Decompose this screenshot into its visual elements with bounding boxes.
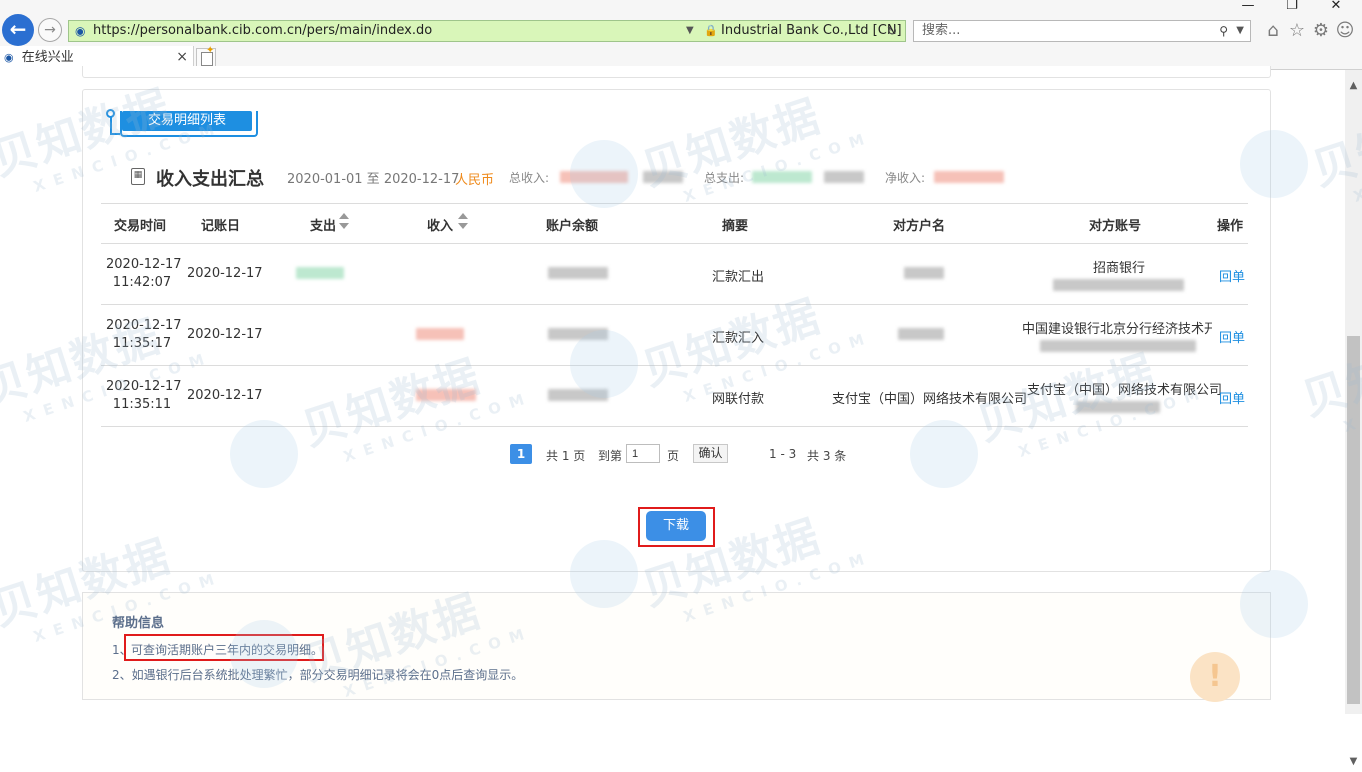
row-account: 中国建设银行北京分行经济技术开...: [1022, 322, 1212, 337]
col-header-action: 操作: [1217, 219, 1244, 234]
total-income-label: 总收入:: [509, 171, 550, 185]
receipt-link[interactable]: 回单: [1219, 327, 1245, 346]
row-time: 11:42:07: [112, 275, 172, 290]
certificate-label[interactable]: Industrial Bank Co.,Ltd [CN]: [721, 21, 902, 41]
total-expense-redacted: [752, 171, 812, 183]
sort-expense-icon[interactable]: [339, 213, 349, 233]
row-post-date: 2020-12-17: [187, 327, 263, 342]
forward-button[interactable]: →: [38, 18, 62, 42]
row-summary: 汇款汇入: [712, 331, 765, 346]
page-1-button[interactable]: 1: [510, 444, 532, 464]
sort-income-icon[interactable]: [458, 213, 468, 233]
row-account: 支付宝（中国）网络技术有限公司: [1027, 383, 1223, 398]
scroll-thumb[interactable]: [1347, 336, 1360, 704]
restore-icon[interactable]: ❐: [1280, 0, 1304, 14]
help-item-2: 2、如遇银行后台系统批处理繁忙，部分交易明细记录将会在0点后查询显示。: [112, 668, 524, 682]
total-items: 共 3 条: [807, 449, 847, 463]
section-tab-transactions: 交易明细列表: [106, 109, 258, 137]
total-income-redacted: [560, 171, 628, 183]
home-icon[interactable]: ⌂: [1262, 20, 1284, 42]
income-count-redacted: [643, 171, 683, 183]
search-dropdown-icon[interactable]: ▼: [1236, 21, 1244, 41]
calculator-icon: ▦: [131, 168, 145, 185]
row-post-date: 2020-12-17: [187, 266, 263, 281]
search-box[interactable]: 搜索... ⚲ ▼: [913, 20, 1251, 42]
col-header-balance: 账户余额: [546, 219, 599, 234]
row-balance-redacted: [548, 328, 608, 340]
summary-currency: 人民币: [455, 173, 495, 188]
summary-title: 收入支出汇总: [156, 169, 264, 190]
row-account: 招商银行: [1093, 261, 1146, 276]
search-icon[interactable]: ⚲: [1219, 21, 1228, 41]
lock-icon[interactable]: 🔒: [704, 21, 718, 41]
row-time: 11:35:11: [112, 397, 172, 412]
help-title: 帮助信息: [112, 616, 165, 631]
close-window-icon[interactable]: ✕: [1324, 0, 1348, 14]
item-range: 1 - 3: [769, 447, 797, 461]
row-summary: 汇款汇出: [712, 270, 765, 285]
address-dropdown-icon[interactable]: ▼: [686, 21, 694, 41]
scroll-up-icon[interactable]: ▲: [1345, 80, 1362, 96]
scroll-down-icon[interactable]: ▼: [1345, 756, 1362, 772]
settings-gear-icon[interactable]: ⚙: [1310, 20, 1332, 42]
url-text: https://personalbank.cib.com.cn/pers/mai…: [93, 23, 433, 38]
row-expense-redacted: [416, 389, 476, 401]
col-header-income[interactable]: 收入: [427, 215, 453, 234]
receipt-link[interactable]: 回单: [1219, 266, 1245, 285]
smiley-icon[interactable]: ☺: [1334, 20, 1356, 42]
help-highlight-frame: [124, 634, 324, 661]
expense-count-redacted: [824, 171, 864, 183]
col-header-post-date: 记账日: [201, 219, 241, 234]
row-balance-redacted: [548, 267, 608, 279]
back-button[interactable]: ←: [2, 14, 34, 46]
browser-chrome: ← → ◉ https://personalbank.cib.com.cn/pe…: [0, 0, 1362, 70]
row-counterparty-redacted: [898, 328, 944, 340]
row-account-number-redacted: [1040, 340, 1196, 352]
col-header-account: 对方账号: [1089, 219, 1142, 234]
col-header-time: 交易时间: [114, 219, 167, 234]
warning-icon: !: [1190, 652, 1240, 702]
row-income-redacted: [416, 328, 464, 340]
row-post-date: 2020-12-17: [187, 388, 263, 403]
row-date: 2020-12-17: [106, 379, 182, 394]
row-summary: 网联付款: [712, 392, 765, 407]
row-counterparty-redacted: [904, 267, 944, 279]
col-header-summary: 摘要: [722, 219, 749, 234]
previous-panel-edge: [82, 66, 1271, 78]
total-pages: 共 1 页: [546, 449, 586, 463]
page-confirm-button[interactable]: 确认: [693, 444, 728, 463]
row-account-number-redacted: [1076, 401, 1160, 413]
address-bar[interactable]: ◉ https://personalbank.cib.com.cn/pers/m…: [68, 20, 906, 42]
col-header-expense[interactable]: 支出: [310, 215, 336, 234]
goto-label: 到第: [598, 449, 623, 463]
summary-date-range: 2020-01-01 至 2020-12-17: [287, 172, 460, 187]
download-button[interactable]: 下载: [646, 511, 706, 541]
tab-title: 在线兴业: [21, 50, 74, 65]
col-header-counterparty: 对方户名: [893, 219, 946, 234]
refresh-icon[interactable]: ↻: [887, 21, 897, 41]
row-expense-redacted: [296, 267, 344, 279]
row-time: 11:35:17: [112, 336, 172, 351]
row-balance-redacted: [548, 389, 608, 401]
page-unit-label: 页: [667, 449, 680, 463]
row-account-number-redacted: [1053, 279, 1184, 291]
section-tab-label: 交易明细列表: [122, 111, 252, 131]
row-date: 2020-12-17: [106, 257, 182, 272]
total-expense-label: 总支出:: [704, 171, 745, 185]
net-income-redacted: [934, 171, 1004, 183]
search-placeholder: 搜索...: [922, 23, 961, 38]
vertical-scrollbar[interactable]: ▲ ▼: [1345, 70, 1362, 767]
favorites-star-icon[interactable]: ☆: [1286, 20, 1308, 42]
new-tab-button[interactable]: [196, 45, 216, 68]
net-income-label: 净收入:: [885, 171, 926, 185]
row-counterparty: 支付宝（中国）网络技术有限公司: [832, 392, 1028, 407]
minimize-icon[interactable]: —: [1236, 0, 1260, 14]
site-eye-icon: ◉: [75, 24, 86, 38]
page-number-input[interactable]: [626, 444, 660, 463]
row-date: 2020-12-17: [106, 318, 182, 333]
tab-favicon-icon: ◉: [4, 51, 14, 64]
receipt-link[interactable]: 回单: [1219, 388, 1245, 407]
